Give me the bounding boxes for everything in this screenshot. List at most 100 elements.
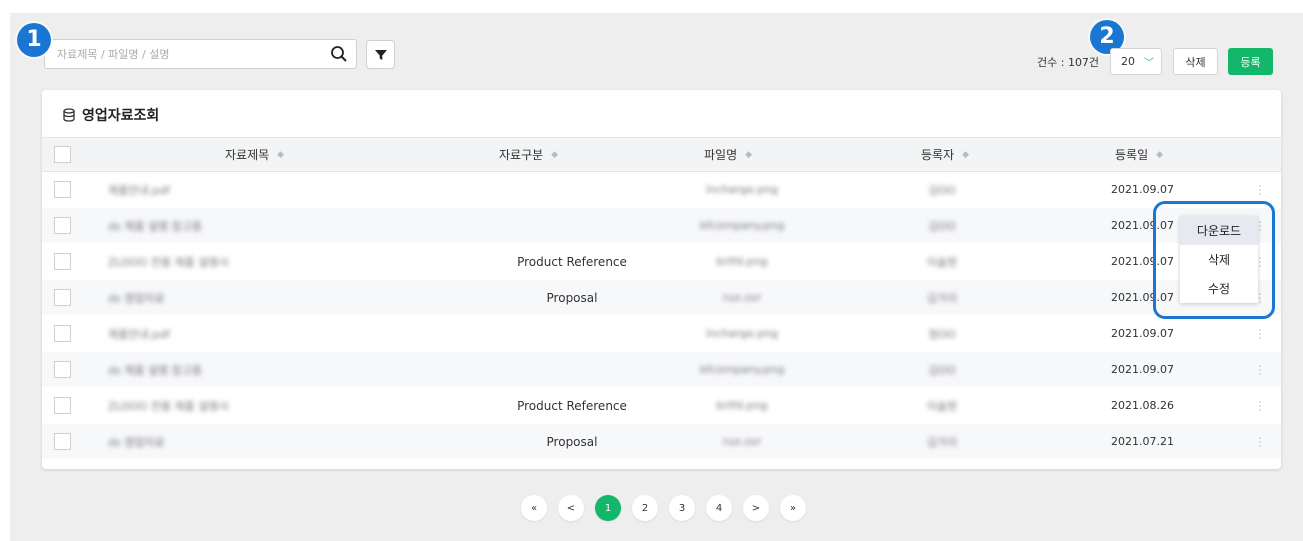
cell-date: 2021.09.07 <box>1111 363 1174 376</box>
search-icon[interactable] <box>330 45 348 63</box>
cell-type: Proposal <box>546 290 598 305</box>
row-checkbox[interactable] <box>54 432 71 450</box>
cell-title: ZLOOO 전용 제품 설명서 <box>108 399 229 413</box>
page-button-4[interactable]: 4 <box>706 495 732 521</box>
cell-author: 김OO <box>928 183 956 197</box>
table-row[interactable]: ds 제품 설명 참고용 bfcompany.png 김OO 2021.09.07 ⋮ <box>42 208 1281 244</box>
cell-title: ds 영업자료 <box>108 291 165 305</box>
row-checkbox[interactable] <box>54 360 71 378</box>
cell-date: 2021.08.26 <box>1111 399 1174 412</box>
row-checkbox[interactable] <box>54 324 71 342</box>
menu-item-download[interactable]: 다운로드 <box>1180 216 1258 245</box>
page-last-button[interactable]: » <box>780 495 806 521</box>
search-box[interactable] <box>44 39 357 69</box>
cell-title: ds 제품 설명 참고용 <box>108 363 203 377</box>
page-size-select[interactable]: 20 ﹀ <box>1110 48 1162 75</box>
table-row[interactable]: ZLOOO 전용 제품 설명서 Product Reference brtfd.pn… <box>42 388 1281 424</box>
cell-author: 이솔현 <box>926 255 958 269</box>
table-row[interactable]: ZLOOO 전용 제품 설명서 Product Reference brtfd.pn… <box>42 244 1281 280</box>
cell-type <box>482 316 662 351</box>
page-button-2[interactable]: 2 <box>632 495 658 521</box>
cell-type <box>482 352 662 387</box>
result-count: 건수 : 107건 <box>1037 56 1100 69</box>
filter-button[interactable] <box>366 40 395 69</box>
row-checkbox[interactable] <box>54 252 71 270</box>
cell-author: 이솔현 <box>926 399 958 413</box>
card-title: 영업자료조회 <box>62 105 159 125</box>
menu-item-delete[interactable]: 삭제 <box>1180 245 1258 274</box>
more-vert-icon[interactable]: ⋮ <box>1254 183 1266 197</box>
column-header-title[interactable]: 자료제목 ◆ <box>225 138 284 171</box>
cell-title: 제품안내.pdf <box>108 327 170 341</box>
table-row[interactable]: ds 영업자료 Proposal rux.svr 김가이 2021.07.21 ⋮ <box>42 424 1281 460</box>
column-header-file[interactable]: 파일명 ◆ <box>704 138 752 171</box>
search-input[interactable] <box>57 46 317 63</box>
sort-icon: ◆ <box>551 149 559 160</box>
more-vert-icon[interactable]: ⋮ <box>1254 327 1266 341</box>
cell-file: incharge.png <box>705 183 779 196</box>
pagination: « < 1 2 3 4 > » <box>521 495 806 521</box>
cell-file: rux.svr <box>722 291 762 304</box>
more-vert-icon[interactable]: ⋮ <box>1254 435 1266 449</box>
row-context-menu: 다운로드 삭제 수정 <box>1180 216 1258 303</box>
cell-title: ds 제품 설명 참고용 <box>108 219 203 233</box>
delete-button[interactable]: 삭제 <box>1173 48 1218 75</box>
sales-material-card: 영업자료조회 자료제목 ◆ 자료구분 ◆ 파일명 ◆ 등록자 ◆ 등록일 ◆ 제품안내.p… <box>42 90 1281 469</box>
menu-item-edit[interactable]: 수정 <box>1180 274 1258 303</box>
row-checkbox[interactable] <box>54 180 71 198</box>
cell-author: 김가이 <box>926 435 958 449</box>
cell-date: 2021.07.21 <box>1111 435 1174 448</box>
database-icon <box>63 108 75 122</box>
column-header-date[interactable]: 등록일 ◆ <box>1115 138 1163 171</box>
cell-date: 2021.09.07 <box>1111 327 1174 340</box>
sort-icon: ◆ <box>1156 149 1164 160</box>
cell-file: rux.svr <box>722 435 762 448</box>
table-row[interactable]: ds 영업자료 Proposal rux.svr 김가이 2021.09.07 ⋮ <box>42 280 1281 316</box>
materials-table: 자료제목 ◆ 자료구분 ◆ 파일명 ◆ 등록자 ◆ 등록일 ◆ 제품안내.pdf incha… <box>42 137 1281 460</box>
callout-badge-1: 1 <box>17 23 51 57</box>
cell-author: 김OO <box>928 219 956 233</box>
page-size-value: 20 <box>1121 55 1135 68</box>
table-header: 자료제목 ◆ 자료구분 ◆ 파일명 ◆ 등록자 ◆ 등록일 ◆ <box>42 137 1281 172</box>
cell-file: brtfd.png <box>716 255 768 268</box>
column-header-type[interactable]: 자료구분 ◆ <box>499 138 558 171</box>
cell-file: bfcompany.png <box>699 219 785 232</box>
more-vert-icon[interactable]: ⋮ <box>1254 363 1266 377</box>
sort-icon: ◆ <box>277 149 285 160</box>
cell-title: ds 영업자료 <box>108 435 165 449</box>
select-all-checkbox[interactable] <box>54 145 71 163</box>
table-body: 제품안내.pdf incharge.png 김OO 2021.09.07 ⋮ ds 제품 … <box>42 172 1281 460</box>
chevron-down-icon: ﹀ <box>1144 58 1154 69</box>
cell-type <box>482 208 662 243</box>
row-checkbox[interactable] <box>54 396 71 414</box>
row-checkbox[interactable] <box>54 288 71 306</box>
page-prev-button[interactable]: < <box>558 495 584 521</box>
sort-icon: ◆ <box>962 149 970 160</box>
card-title-text: 영업자료조회 <box>82 108 160 124</box>
cell-file: brtfd.png <box>716 399 768 412</box>
cell-author: 정OO <box>928 327 956 341</box>
filter-icon <box>374 49 387 60</box>
sort-icon: ◆ <box>745 149 753 160</box>
page-button-1[interactable]: 1 <box>595 495 621 521</box>
register-button[interactable]: 등록 <box>1228 48 1273 75</box>
cell-type <box>482 172 662 207</box>
more-vert-icon[interactable]: ⋮ <box>1254 399 1266 413</box>
cell-type: Proposal <box>546 434 598 449</box>
column-header-author[interactable]: 등록자 ◆ <box>921 138 969 171</box>
cell-author: 김가이 <box>926 291 958 305</box>
table-row[interactable]: 제품안내.pdf incharge.png 정OO 2021.09.07 ⋮ <box>42 316 1281 352</box>
page-next-button[interactable]: > <box>743 495 769 521</box>
cell-title: 제품안내.pdf <box>108 183 170 197</box>
cell-file: incharge.png <box>705 327 779 340</box>
cell-type: Product Reference <box>517 254 627 269</box>
cell-title: ZLOOO 전용 제품 설명서 <box>108 255 229 269</box>
cell-file: bfcompany.png <box>699 363 785 376</box>
row-checkbox[interactable] <box>54 216 71 234</box>
cell-author: 김OO <box>928 363 956 377</box>
table-row[interactable]: ds 제품 설명 참고용 bfcompany.png 김OO 2021.09.07 ⋮ <box>42 352 1281 388</box>
page-button-3[interactable]: 3 <box>669 495 695 521</box>
page-first-button[interactable]: « <box>521 495 547 521</box>
table-row[interactable]: 제품안내.pdf incharge.png 김OO 2021.09.07 ⋮ <box>42 172 1281 208</box>
cell-type: Product Reference <box>517 398 627 413</box>
